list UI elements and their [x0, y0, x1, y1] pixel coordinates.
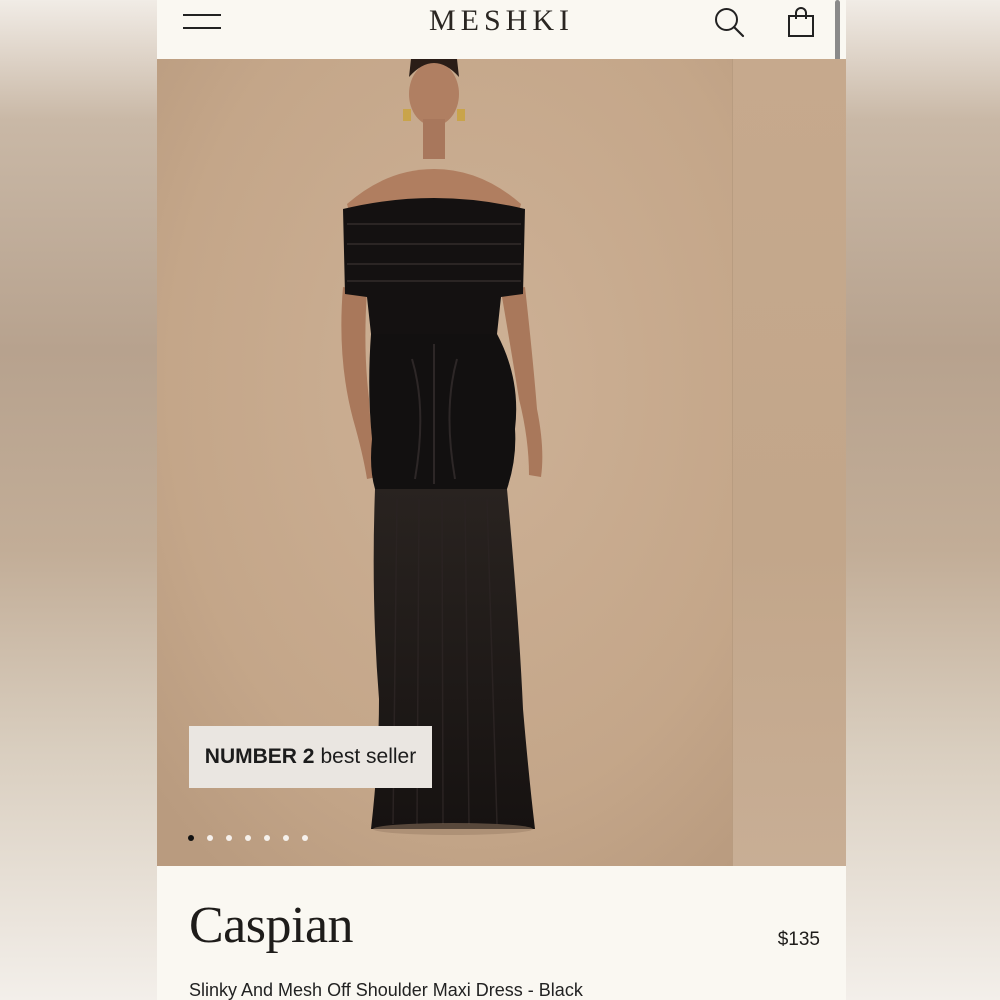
carousel-dot[interactable] [207, 835, 213, 841]
next-product-photo[interactable] [732, 59, 846, 866]
product-subtitle: Slinky And Mesh Off Shoulder Maxi Dress … [189, 980, 583, 1000]
search-icon[interactable] [713, 6, 745, 38]
shopping-bag-icon[interactable] [787, 6, 815, 38]
carousel-dot[interactable] [245, 835, 251, 841]
carousel-dot[interactable] [264, 835, 270, 841]
badge-label: best seller [320, 745, 417, 768]
mobile-page: MESHKI NUMBER 2 best seller Caspian $135… [157, 0, 846, 1000]
carousel-dot[interactable] [188, 835, 194, 841]
product-image-carousel[interactable]: NUMBER 2 best seller [157, 59, 846, 866]
carousel-dot[interactable] [283, 835, 289, 841]
carousel-dot[interactable] [302, 835, 308, 841]
badge-rank: NUMBER 2 [204, 745, 315, 768]
site-header: MESHKI [157, 0, 846, 78]
product-title: Caspian [189, 897, 354, 954]
product-info: Caspian $135 Slinky And Mesh Off Shoulde… [157, 866, 846, 1000]
best-seller-badge: NUMBER 2 best seller [189, 726, 432, 788]
product-price: $135 [777, 929, 820, 950]
carousel-dot[interactable] [226, 835, 232, 841]
